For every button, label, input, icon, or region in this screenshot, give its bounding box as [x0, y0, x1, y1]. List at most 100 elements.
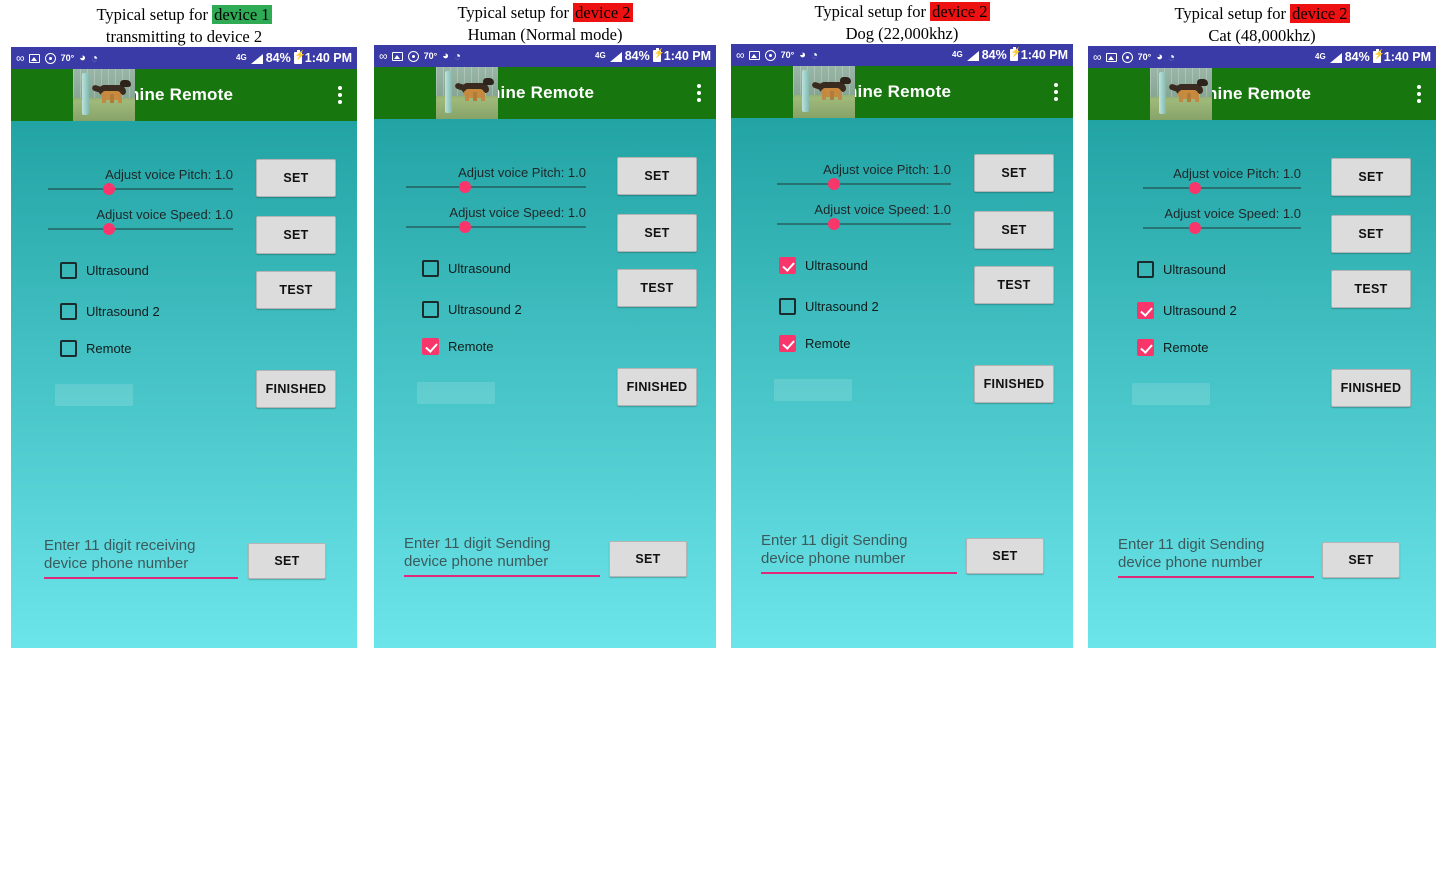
checkbox-row-ultrasound[interactable]: Ultrasound: [422, 260, 511, 277]
slider-label: Adjust voice Pitch: 1.0: [458, 165, 586, 180]
set-pitch-button[interactable]: SET: [1331, 158, 1411, 196]
checkbox-row-remote[interactable]: Remote: [422, 338, 494, 355]
image-icon: [1105, 52, 1117, 62]
checkbox-checked[interactable]: [1137, 302, 1154, 319]
checkbox-label: Ultrasound: [448, 261, 511, 276]
kebab-menu-icon[interactable]: [688, 84, 710, 102]
set-pitch-button[interactable]: SET: [256, 159, 336, 197]
kebab-menu-icon[interactable]: [329, 86, 351, 104]
set-phone-number-button[interactable]: SET: [1322, 542, 1400, 578]
slider-track[interactable]: [777, 218, 951, 230]
slider-thumb[interactable]: [828, 218, 841, 230]
slider-track[interactable]: [48, 223, 233, 235]
kebab-menu-icon[interactable]: [1408, 85, 1430, 103]
slider-label: Adjust voice Speed: 1.0: [449, 205, 586, 220]
slider-thumb[interactable]: [459, 221, 472, 233]
checkbox-row-ultrasound[interactable]: Ultrasound: [1137, 261, 1226, 278]
dog-photo-leg1: [465, 92, 469, 102]
checkbox-row-ultrasound-2[interactable]: Ultrasound 2: [1137, 302, 1237, 319]
set-speed-button[interactable]: SET: [256, 216, 336, 254]
phone-number-input[interactable]: Enter 11 digit Sending device phone numb…: [404, 535, 600, 572]
checkbox-row-ultrasound-2[interactable]: Ultrasound 2: [779, 298, 879, 315]
slider-thumb[interactable]: [103, 183, 116, 195]
cd-icon: [1121, 51, 1133, 63]
checkbox-row-remote[interactable]: Remote: [1137, 339, 1209, 356]
flame-icon: ◕: [799, 48, 806, 61]
checkbox-unchecked[interactable]: [779, 298, 796, 315]
checkbox-checked[interactable]: [422, 338, 439, 355]
phone-number-input[interactable]: Enter 11 digit Sending device phone numb…: [761, 532, 957, 569]
wave-icon: ◔: [90, 51, 99, 65]
checkbox-label: Ultrasound: [805, 258, 868, 273]
checkbox-row-ultrasound[interactable]: Ultrasound: [779, 257, 868, 274]
finished-button[interactable]: FINISHED: [256, 370, 336, 408]
phone-number-input[interactable]: Enter 11 digit receiving device phone nu…: [44, 537, 238, 574]
battery-percent: 84%: [981, 48, 1007, 62]
phone-number-input-group: Enter 11 digit Sending device phone numb…: [404, 535, 600, 577]
caption-prefix: Typical setup for: [457, 3, 574, 22]
caption-line2: Cat (48,000khz): [1208, 25, 1316, 45]
checkbox-unchecked[interactable]: [60, 303, 77, 320]
checkbox-unchecked[interactable]: [60, 340, 77, 357]
dog-photo-leg3: [118, 94, 122, 104]
kebab-menu-icon[interactable]: [1045, 83, 1067, 101]
checkbox-unchecked[interactable]: [60, 262, 77, 279]
slider-thumb[interactable]: [103, 223, 116, 235]
phone-number-input[interactable]: Enter 11 digit Sending device phone numb…: [1118, 536, 1314, 573]
app-bar: Canine Remote: [11, 69, 357, 121]
checkbox-checked[interactable]: [1137, 339, 1154, 356]
kebab-dot: [1054, 97, 1058, 101]
phone-screenshot-3: ∞ 70° ◕ ◔ 4G 84% 1:40 PM Canine Remote Adjust vo…: [731, 44, 1073, 648]
slider-track[interactable]: [406, 181, 586, 193]
slider-thumb[interactable]: [828, 178, 841, 190]
voicemail-icon: ∞: [1093, 50, 1102, 64]
wave-icon: ◔: [1167, 50, 1176, 64]
set-speed-button[interactable]: SET: [1331, 215, 1411, 253]
set-pitch-button[interactable]: SET: [974, 154, 1054, 192]
set-speed-button[interactable]: SET: [974, 211, 1054, 249]
slider-track[interactable]: [48, 183, 233, 195]
slider-pitch: Adjust voice Pitch: 1.0: [406, 165, 586, 193]
set-phone-number-button[interactable]: SET: [966, 538, 1044, 574]
checkbox-row-ultrasound-2[interactable]: Ultrasound 2: [60, 303, 160, 320]
checkbox-row-remote[interactable]: Remote: [60, 340, 132, 357]
test-button[interactable]: TEST: [1331, 270, 1411, 308]
status-bar-right: 4G 84% 1:40 PM: [1315, 49, 1431, 64]
finished-button[interactable]: FINISHED: [617, 368, 697, 406]
panel-caption-4: Typical setup for device 2 Cat (48,000khz…: [1088, 3, 1436, 47]
kebab-dot: [1417, 92, 1421, 96]
cd-icon: [407, 50, 419, 62]
checkbox-unchecked[interactable]: [1137, 261, 1154, 278]
slider-thumb[interactable]: [459, 181, 472, 193]
caption-device-highlight: device 2: [1290, 4, 1350, 23]
checkbox-row-ultrasound-2[interactable]: Ultrasound 2: [422, 301, 522, 318]
slider-track[interactable]: [1143, 222, 1301, 234]
test-button[interactable]: TEST: [617, 269, 697, 307]
set-phone-number-button[interactable]: SET: [609, 541, 687, 577]
finished-button[interactable]: FINISHED: [1331, 369, 1411, 407]
set-phone-number-button[interactable]: SET: [248, 543, 326, 579]
checkbox-row-ultrasound[interactable]: Ultrasound: [60, 262, 149, 279]
dog-photo-post: [445, 71, 452, 113]
test-button[interactable]: TEST: [974, 266, 1054, 304]
app-bar: Canine Remote: [374, 67, 716, 119]
slider-thumb[interactable]: [1189, 222, 1202, 234]
slider-track[interactable]: [1143, 182, 1301, 194]
checkbox-checked[interactable]: [779, 335, 796, 352]
slider-pitch: Adjust voice Pitch: 1.0: [777, 162, 951, 190]
test-button[interactable]: TEST: [256, 271, 336, 309]
checkbox-checked[interactable]: [779, 257, 796, 274]
signal-bars-icon: [966, 50, 979, 61]
slider-track[interactable]: [777, 178, 951, 190]
caption-device-highlight: device 2: [930, 2, 990, 21]
finished-button[interactable]: FINISHED: [974, 365, 1054, 403]
checkbox-unchecked[interactable]: [422, 260, 439, 277]
dog-photo-leg2: [830, 91, 834, 101]
set-speed-button[interactable]: SET: [617, 214, 697, 252]
slider-track[interactable]: [406, 221, 586, 233]
checkbox-unchecked[interactable]: [422, 301, 439, 318]
set-pitch-button[interactable]: SET: [617, 157, 697, 195]
clock-time: 1:40 PM: [304, 51, 352, 65]
slider-thumb[interactable]: [1189, 182, 1202, 194]
checkbox-row-remote[interactable]: Remote: [779, 335, 851, 352]
